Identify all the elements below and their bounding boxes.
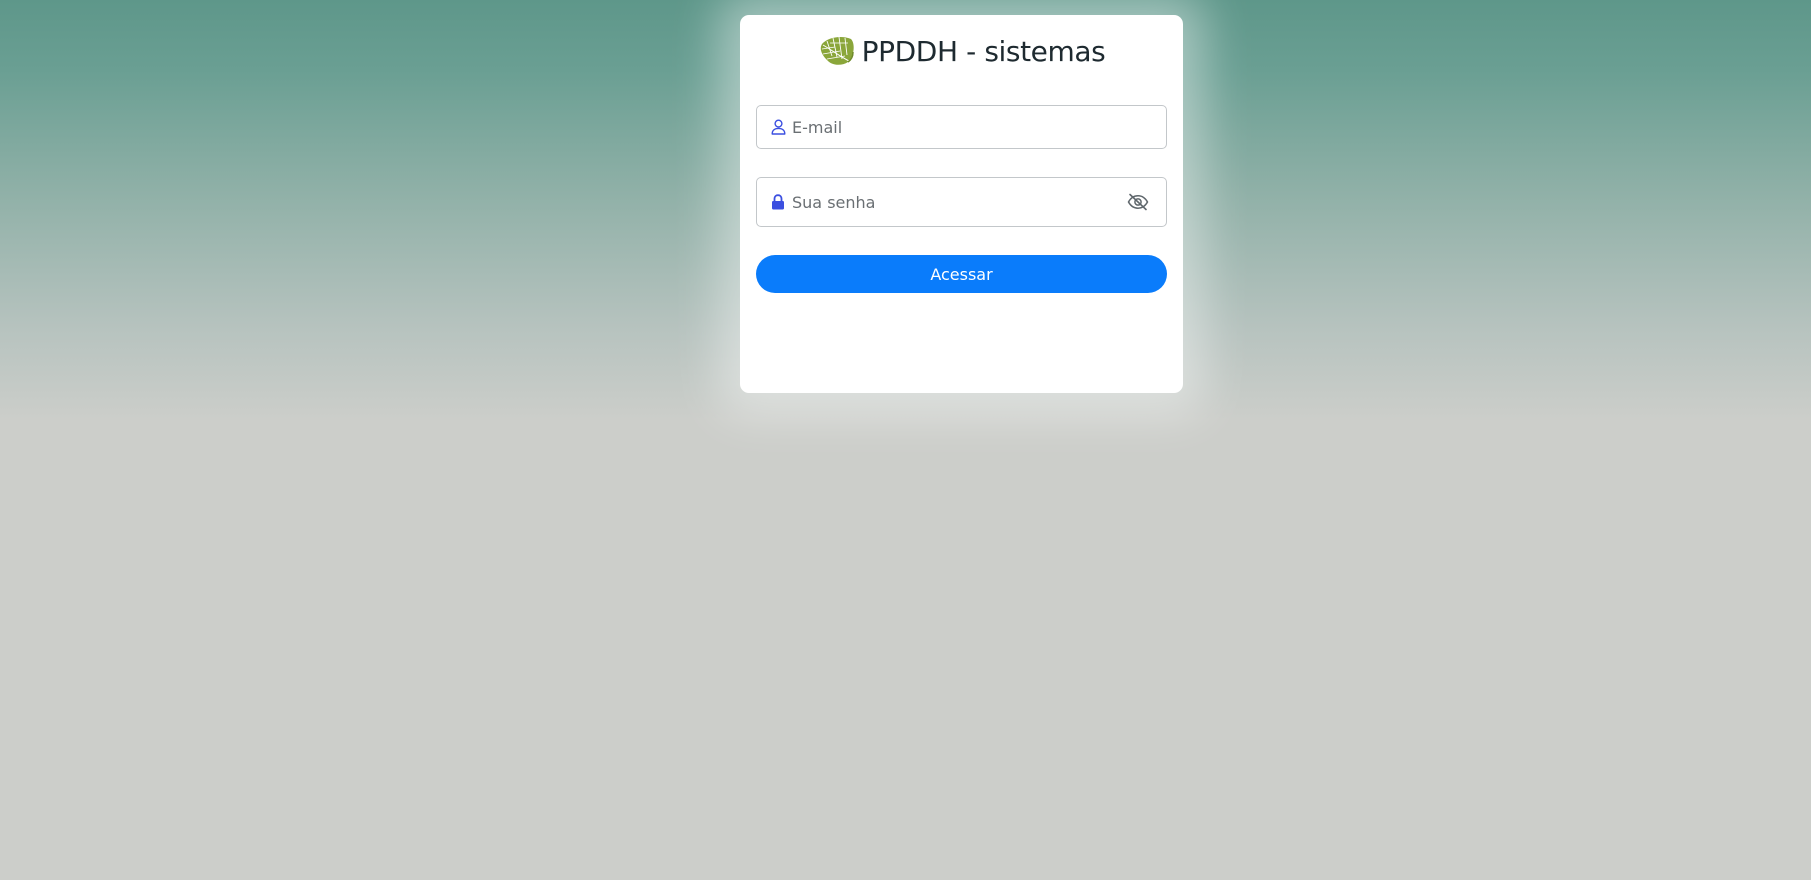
brand-header: PPDDH - sistemas (740, 31, 1183, 71)
eye-slash-icon[interactable] (1126, 190, 1150, 214)
login-card: PPDDH - sistemas Acessar (740, 15, 1183, 393)
user-icon (770, 119, 786, 135)
lock-icon (770, 194, 786, 210)
email-input[interactable] (792, 106, 1166, 148)
password-field[interactable] (756, 177, 1167, 227)
email-field[interactable] (756, 105, 1167, 149)
page-title: PPDDH - sistemas (861, 34, 1106, 68)
submit-button[interactable]: Acessar (756, 255, 1167, 293)
leaf-logo-icon (818, 35, 856, 67)
password-input[interactable] (792, 178, 1126, 226)
